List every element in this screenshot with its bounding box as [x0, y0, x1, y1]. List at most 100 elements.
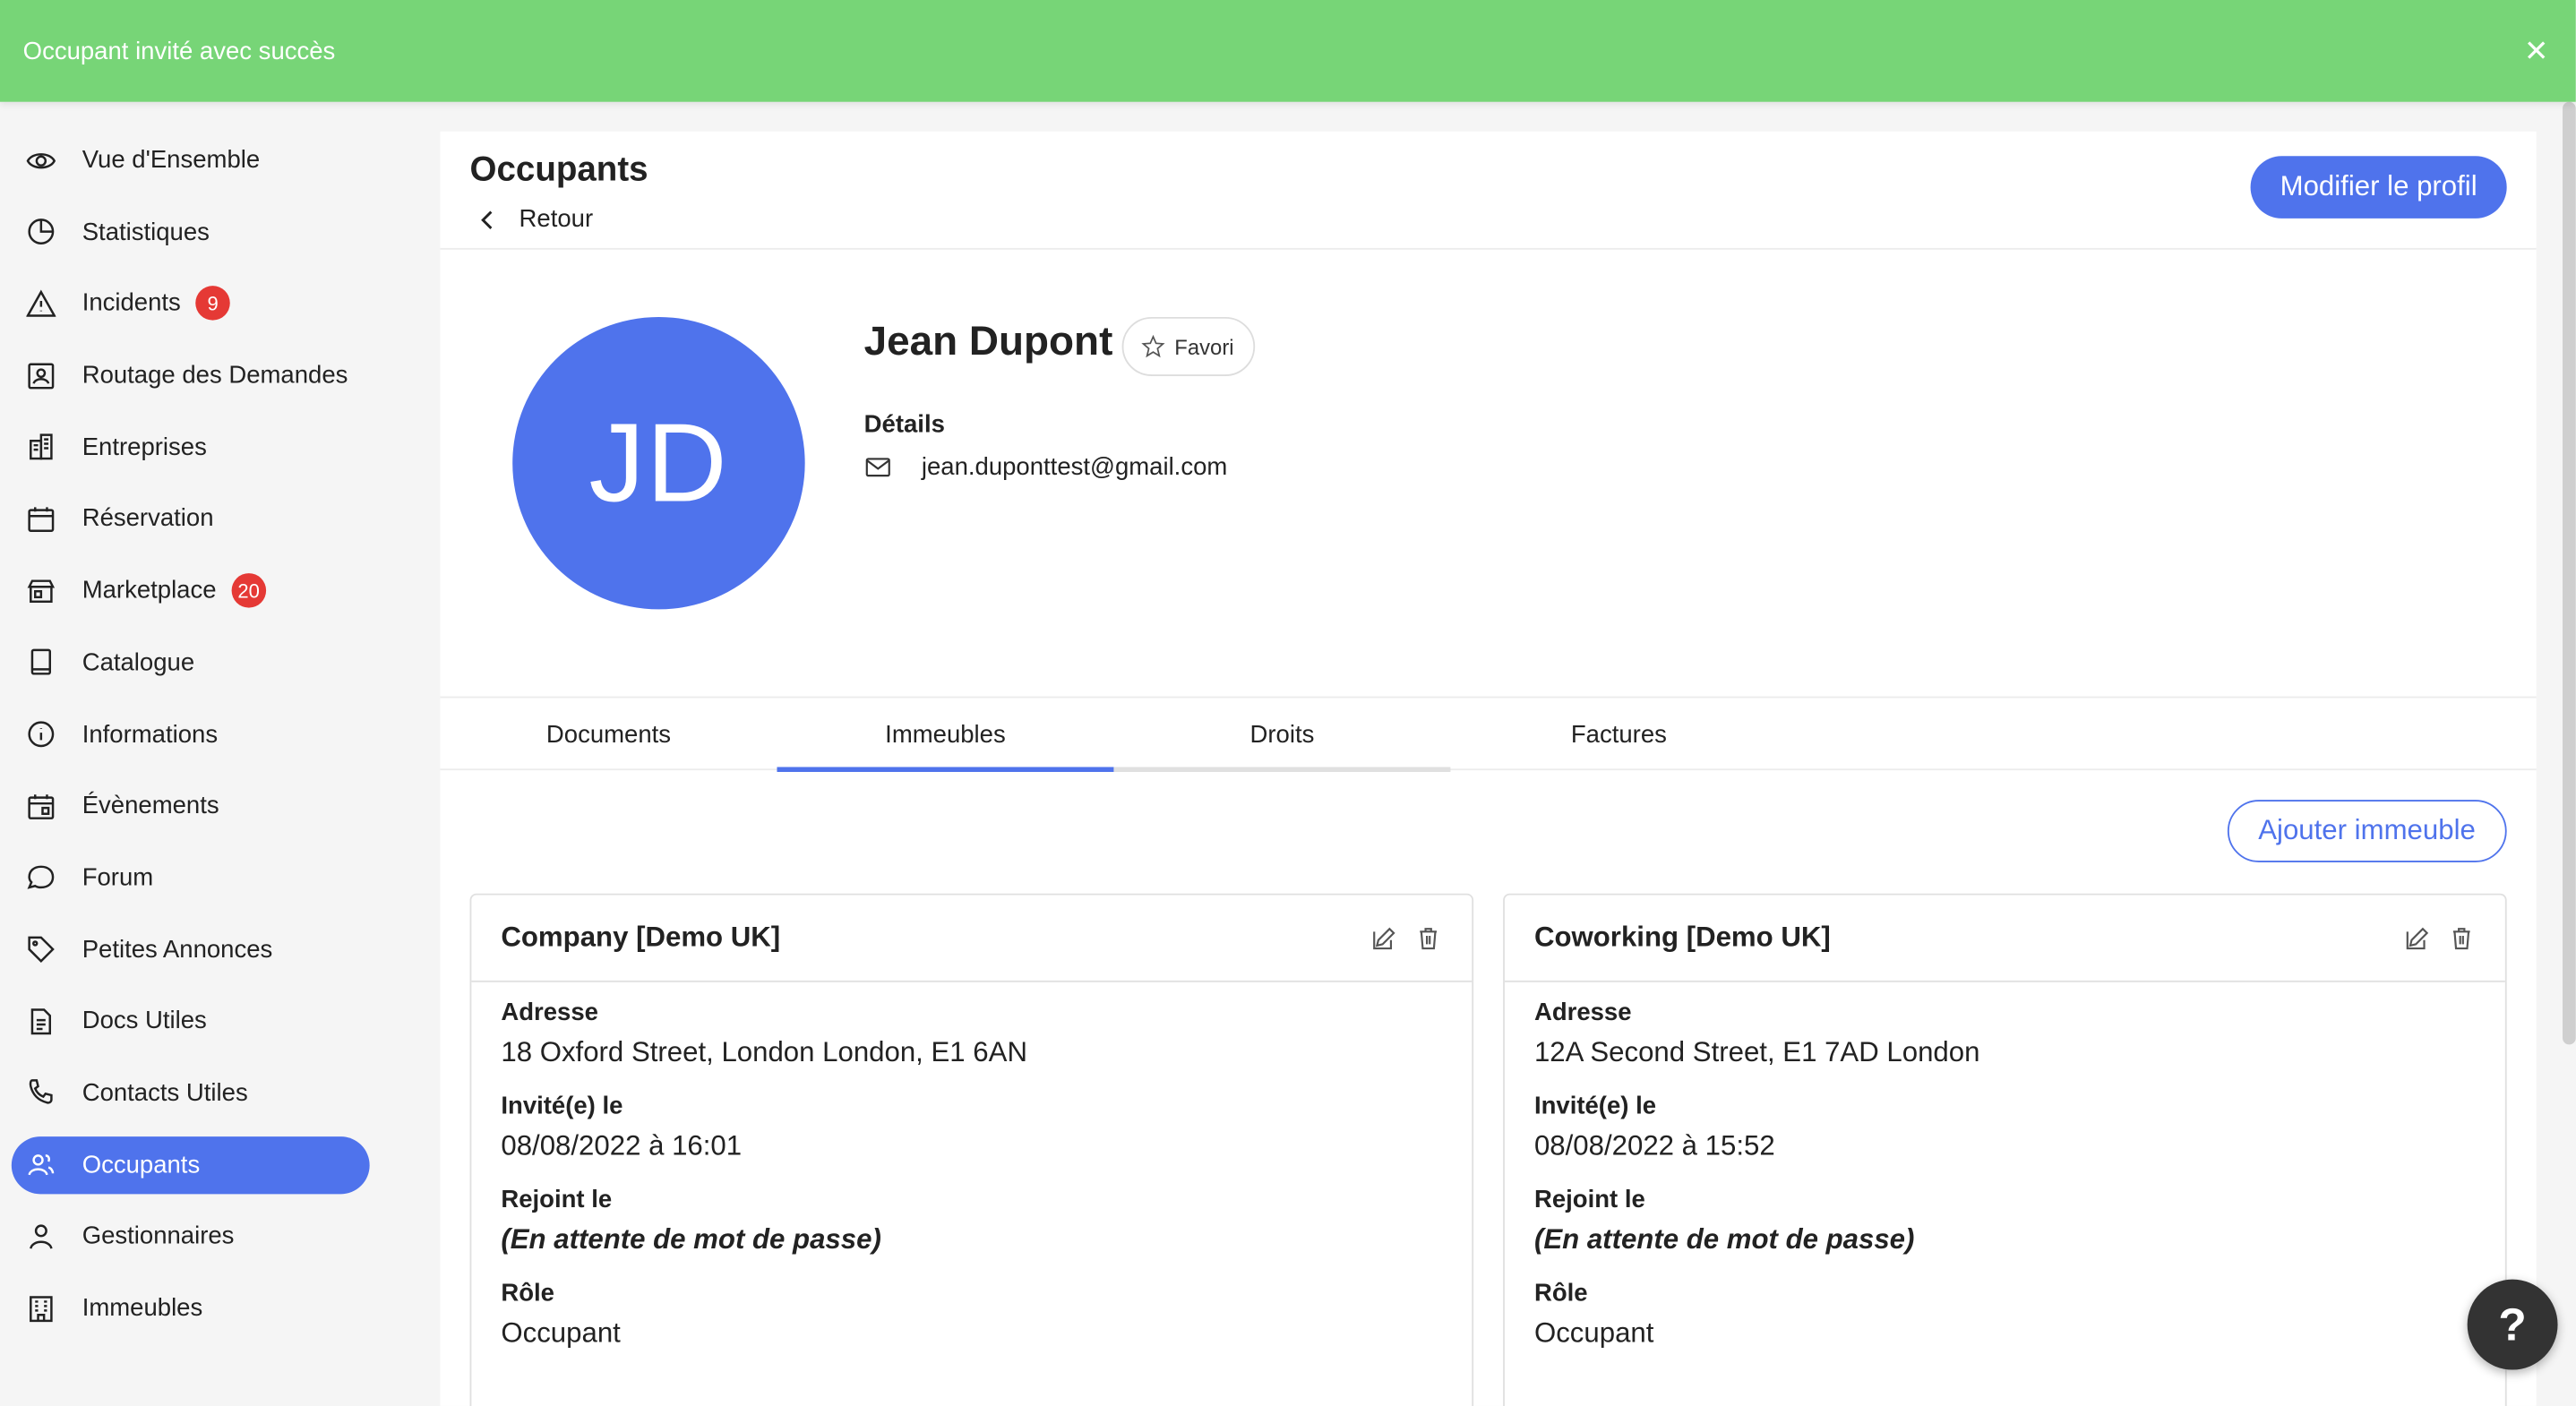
calendar-event-icon — [25, 790, 58, 823]
favorite-button[interactable]: Favori — [1121, 316, 1256, 376]
sidebar: Vue d'Ensemble Statistiques Incidents 9 Rout… — [0, 101, 411, 1406]
sidebar-item-évènements[interactable]: Évènements — [12, 777, 370, 835]
store-icon — [25, 574, 58, 607]
sidebar-item-incidents[interactable]: Incidents 9 — [12, 275, 370, 332]
joined-value: (En attente de mot de passe) — [501, 1223, 881, 1256]
card-header: Company [Demo UK] — [471, 896, 1473, 982]
chat-bubble-icon — [25, 862, 58, 895]
help-button[interactable]: ? — [2467, 1279, 2558, 1370]
card-actions — [2403, 924, 2476, 952]
pie-chart-icon — [25, 216, 58, 249]
sidebar-item-occupants[interactable]: Occupants — [11, 1136, 370, 1194]
sidebar-item-gestionnaires[interactable]: Gestionnaires — [12, 1208, 370, 1265]
profile-section: JD Jean Dupont Favori Détails jean.dupon… — [441, 250, 2537, 697]
tab-documents[interactable]: Documents — [441, 698, 777, 770]
email-row: jean.duponttest@gmail.com — [864, 453, 1228, 482]
sidebar-item-label: Vue d'Ensemble — [82, 146, 261, 175]
joined-value: (En attente de mot de passe) — [1533, 1223, 1915, 1256]
tab-bar: Documents Immeubles Droits Factures — [440, 696, 2537, 772]
sidebar-item-label: Routage des Demandes — [82, 361, 348, 390]
edit-profile-button[interactable]: Modifier le profil — [2250, 156, 2507, 219]
add-building-button[interactable]: Ajouter immeuble — [2227, 800, 2507, 862]
tab-factures[interactable]: Factures — [1450, 698, 1787, 770]
building-card: Coworking [Demo UK] Adresse 12A Second S… — [1503, 893, 2507, 1406]
toast-message: Occupant invité avec succès — [22, 37, 336, 65]
role-value: Occupant — [1533, 1316, 1654, 1349]
close-icon[interactable]: ✕ — [2520, 34, 2553, 69]
sidebar-item-contacts-utiles[interactable]: Contacts Utiles — [12, 1064, 370, 1121]
sidebar-item-réservation[interactable]: Réservation — [12, 490, 370, 547]
sidebar-item-label: Catalogue — [82, 648, 195, 677]
page-title: Occupants — [469, 150, 648, 189]
invited-value: 08/08/2022 à 16:01 — [501, 1129, 743, 1162]
building-icon — [25, 1291, 58, 1325]
sidebar-item-label: Forum — [82, 863, 154, 892]
star-icon — [1141, 334, 1165, 358]
avatar: JD — [512, 316, 805, 610]
back-link[interactable]: Retour — [477, 205, 593, 233]
calendar-icon — [25, 502, 58, 536]
sidebar-item-entreprises[interactable]: Entreprises — [12, 418, 370, 476]
tab-droits[interactable]: Droits — [1113, 698, 1451, 772]
details-heading: Détails — [863, 410, 945, 439]
page-header: Occupants Retour Modifier le profil — [440, 132, 2537, 250]
phone-icon — [25, 1076, 58, 1110]
invited-label: Invité(e) le — [1533, 1092, 1657, 1120]
sidebar-item-immeubles[interactable]: Immeubles — [12, 1280, 370, 1337]
sidebar-item-catalogue[interactable]: Catalogue — [12, 634, 370, 691]
card-title: Company [Demo UK] — [501, 921, 781, 953]
sidebar-item-label: Incidents — [82, 289, 181, 318]
warning-icon — [25, 287, 58, 321]
favorite-label: Favori — [1174, 334, 1234, 359]
sidebar-item-docs-utiles[interactable]: Docs Utiles — [12, 992, 370, 1050]
edit-icon[interactable] — [2403, 924, 2431, 952]
address-label: Adresse — [501, 999, 598, 1027]
card-body: Adresse 18 Oxford Street, London London,… — [471, 982, 1472, 1386]
sidebar-item-label: Réservation — [82, 504, 214, 534]
info-icon — [25, 717, 58, 750]
profile-name: Jean Dupont — [863, 318, 1113, 365]
invited-value: 08/08/2022 à 15:52 — [1533, 1129, 1775, 1162]
count-badge: 9 — [195, 286, 230, 321]
buildings-icon — [25, 431, 58, 464]
card-body: Adresse 12A Second Street, E1 7AD London… — [1505, 982, 2505, 1386]
trash-icon[interactable] — [1414, 924, 1442, 952]
back-label: Retour — [519, 205, 594, 234]
sidebar-item-label: Marketplace — [82, 576, 217, 605]
edit-icon[interactable] — [1370, 924, 1398, 952]
success-toast: Occupant invité avec succès ✕ — [0, 0, 2576, 102]
role-value: Occupant — [501, 1316, 621, 1349]
sidebar-item-forum[interactable]: Forum — [12, 849, 370, 906]
scrollbar[interactable] — [2563, 101, 2576, 1045]
sidebar-item-petites-annonces[interactable]: Petites Annonces — [12, 921, 370, 978]
book-icon — [25, 646, 58, 679]
role-label: Rôle — [501, 1279, 555, 1307]
sidebar-item-vue-d-ensemble[interactable]: Vue d'Ensemble — [12, 132, 370, 189]
card-header: Coworking [Demo UK] — [1504, 896, 2505, 982]
sidebar-item-marketplace[interactable]: Marketplace 20 — [12, 562, 370, 619]
building-cards: Company [Demo UK] Adresse 18 Oxford Stre… — [469, 893, 2507, 1406]
address-label: Adresse — [1533, 999, 1632, 1027]
count-badge: 20 — [231, 573, 267, 608]
sidebar-item-label: Petites Annonces — [82, 935, 273, 964]
user-icon — [25, 1220, 58, 1253]
sidebar-item-informations[interactable]: Informations — [12, 706, 370, 763]
tab-immeubles[interactable]: Immeubles — [777, 698, 1114, 772]
sidebar-item-label: Occupants — [82, 1150, 201, 1179]
app-root: Occupant invité avec succès ✕ Vue d'Ense… — [0, 0, 2576, 1406]
sidebar-item-label: Informations — [82, 720, 219, 749]
address-value: 18 Oxford Street, London London, E1 6AN — [501, 1036, 1027, 1068]
sidebar-item-routage-des-demandes[interactable]: Routage des Demandes — [12, 347, 370, 404]
email-value: jean.duponttest@gmail.com — [921, 453, 1228, 482]
main-panel: Occupants Retour Modifier le profil JD J… — [440, 131, 2537, 1406]
sidebar-item-label: Entreprises — [82, 433, 207, 461]
tag-icon — [25, 933, 58, 966]
sidebar-item-statistiques[interactable]: Statistiques — [12, 203, 370, 261]
invited-label: Invité(e) le — [501, 1092, 623, 1120]
building-card: Company [Demo UK] Adresse 18 Oxford Stre… — [469, 893, 1474, 1406]
joined-label: Rejoint le — [501, 1186, 613, 1214]
trash-icon[interactable] — [2448, 924, 2476, 952]
mail-icon — [865, 458, 890, 477]
chevron-left-icon — [481, 210, 493, 229]
sidebar-item-label: Contacts Utiles — [82, 1078, 248, 1108]
